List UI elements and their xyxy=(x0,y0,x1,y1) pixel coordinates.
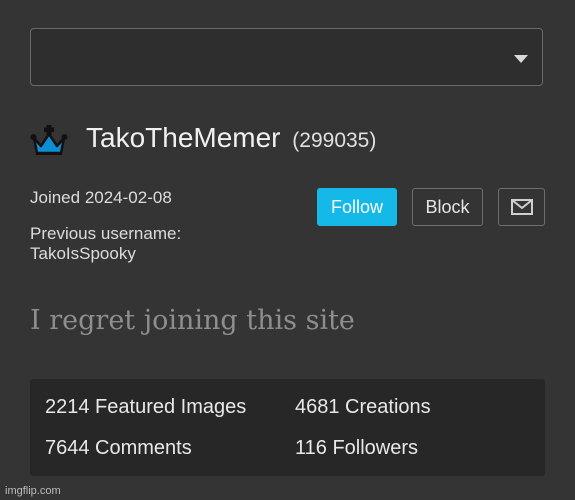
crown-icon xyxy=(30,124,68,156)
previous-username: TakoIsSpooky xyxy=(30,244,136,263)
stat-followers[interactable]: 116 Followers xyxy=(295,435,418,461)
mail-icon xyxy=(511,199,533,215)
username: TakoTheMemer xyxy=(86,122,281,153)
username-heading: TakoTheMemer (299035) xyxy=(86,120,376,159)
stat-featured-images[interactable]: 2214 Featured Images xyxy=(45,394,246,420)
stat-creations[interactable]: 4681 Creations xyxy=(295,394,431,420)
block-button[interactable]: Block xyxy=(412,188,483,226)
stats-panel: 2214 Featured Images 4681 Creations 7644… xyxy=(30,379,545,476)
imgflip-watermark: imgflip.com xyxy=(5,485,61,497)
previous-username-label: Previous username: xyxy=(30,224,182,243)
message-button[interactable] xyxy=(498,188,545,226)
stat-comments[interactable]: 7644 Comments xyxy=(45,435,192,461)
joined-date: Joined 2024-02-08 xyxy=(30,188,172,207)
user-bio: I regret joining this site xyxy=(30,305,355,336)
profile-menu-dropdown[interactable] xyxy=(30,28,543,86)
user-points: (299035) xyxy=(292,129,377,152)
follow-button[interactable]: Follow xyxy=(317,188,397,226)
previous-username-block: Previous username: TakoIsSpooky xyxy=(30,224,181,264)
chevron-down-icon xyxy=(514,55,528,63)
